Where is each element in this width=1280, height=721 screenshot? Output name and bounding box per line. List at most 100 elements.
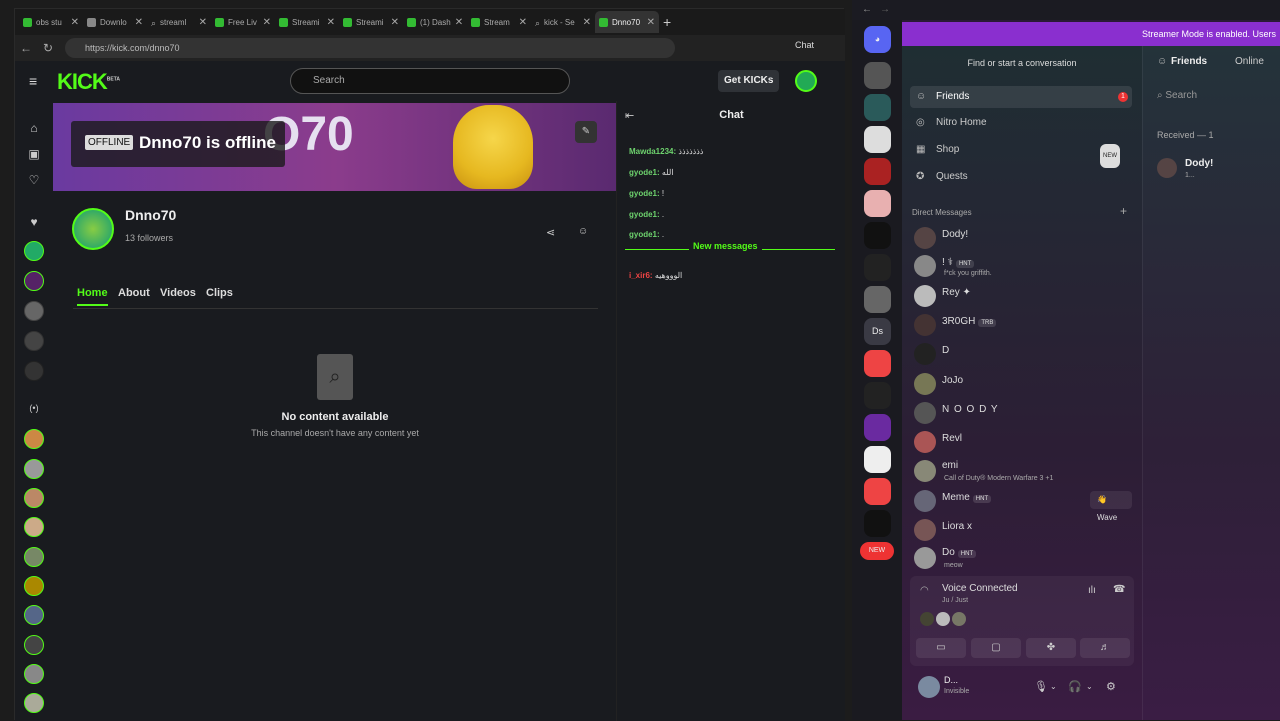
server-icon[interactable] xyxy=(864,414,891,441)
close-tab-icon[interactable]: ✕ xyxy=(647,17,655,28)
tab-stream[interactable]: Stream ✕ xyxy=(467,11,531,33)
live-icon[interactable]: (•) xyxy=(26,403,42,419)
dm-item[interactable]: 3R0GH TRB xyxy=(912,313,1132,339)
refresh-icon[interactable]: ↻ xyxy=(37,41,59,55)
chevron-down-icon[interactable]: ⌄ xyxy=(1086,682,1093,691)
dm-item[interactable]: Revl xyxy=(912,430,1132,456)
dm-item[interactable]: Rey ✦ xyxy=(912,284,1132,310)
screen-share-icon[interactable]: ▢ xyxy=(971,638,1021,658)
chevron-down-icon[interactable]: ⌄ xyxy=(1050,682,1057,691)
tab-online[interactable]: Online xyxy=(1235,56,1264,67)
followed-channel-avatar[interactable] xyxy=(24,361,44,381)
recommended-channel-avatar[interactable] xyxy=(24,547,44,567)
server-icon[interactable] xyxy=(864,190,891,217)
dm-item[interactable]: Meme HNT 👋 Wave xyxy=(912,489,1132,522)
voice-participant-avatar[interactable] xyxy=(920,612,934,626)
followed-channel-avatar[interactable] xyxy=(24,301,44,321)
dm-item[interactable]: N O O D Y xyxy=(912,401,1132,427)
tab-kick-search[interactable]: ⌕ kick - Se ✕ xyxy=(531,11,595,33)
tab-streaming-1[interactable]: Streami ✕ xyxy=(275,11,339,33)
tab-home[interactable]: Home xyxy=(77,287,108,306)
nav-nitro-home[interactable]: ◎ Nitro Home xyxy=(910,112,1132,134)
voice-channel-name[interactable]: Ju / Just xyxy=(942,597,968,604)
server-icon[interactable] xyxy=(864,286,891,313)
close-tab-icon[interactable]: ✕ xyxy=(327,17,335,28)
soundboard-icon[interactable]: ♬ xyxy=(1080,638,1130,658)
microphone-icon[interactable]: 🎙 xyxy=(1034,680,1048,693)
tab-download[interactable]: Downlo ✕ xyxy=(83,11,147,33)
server-icon[interactable] xyxy=(864,158,891,185)
followed-channel-avatar[interactable] xyxy=(24,271,44,291)
server-icon[interactable] xyxy=(864,350,891,377)
tab-videos[interactable]: Videos xyxy=(160,287,196,299)
server-icon[interactable] xyxy=(864,94,891,121)
url-input[interactable]: https://kick.com/dnno70 xyxy=(65,38,675,58)
server-icon[interactable] xyxy=(864,382,891,409)
recommended-channel-avatar[interactable] xyxy=(24,576,44,596)
search-input[interactable]: Search xyxy=(290,68,570,94)
menu-icon[interactable]: ≡ xyxy=(29,73,37,89)
new-servers-badge[interactable]: NEW xyxy=(860,542,894,560)
copilot-chat-button[interactable]: Chat xyxy=(795,40,814,50)
edit-pencil-icon[interactable]: ✎ xyxy=(575,121,597,143)
close-tab-icon[interactable]: ✕ xyxy=(199,17,207,28)
kick-logo[interactable]: KICKBETA xyxy=(57,69,120,95)
add-friend-icon[interactable]: ☺ xyxy=(578,226,588,237)
tab-freelive[interactable]: Free Liv ✕ xyxy=(211,11,275,33)
close-tab-icon[interactable]: ✕ xyxy=(263,17,271,28)
close-tab-icon[interactable]: ✕ xyxy=(455,17,463,28)
close-tab-icon[interactable]: ✕ xyxy=(519,17,527,28)
voice-participant-avatar[interactable] xyxy=(952,612,966,626)
close-tab-icon[interactable]: ✕ xyxy=(71,17,79,28)
new-tab-button[interactable]: + xyxy=(659,11,683,33)
dm-item[interactable]: JoJo xyxy=(912,372,1132,398)
close-tab-icon[interactable]: ✕ xyxy=(583,17,591,28)
dm-item[interactable]: Do HNT meow xyxy=(912,546,1132,572)
get-kicks-button[interactable]: Get KICKs xyxy=(718,70,780,92)
close-tab-icon[interactable]: ✕ xyxy=(391,17,399,28)
friends-search-input[interactable]: ⌕ Search xyxy=(1157,90,1197,101)
find-conversation-input[interactable]: Find or start a conversation xyxy=(907,52,1137,74)
recommended-channel-avatar[interactable] xyxy=(24,693,44,713)
tab-streaming-2[interactable]: Streami ✕ xyxy=(339,11,403,33)
recommended-channel-avatar[interactable] xyxy=(24,429,44,449)
activities-icon[interactable]: ✤ xyxy=(1026,638,1076,658)
headphones-icon[interactable]: 🎧 xyxy=(1068,680,1082,693)
camera-icon[interactable]: ▭ xyxy=(916,638,966,658)
tab-about[interactable]: About xyxy=(118,287,150,299)
followed-channel-avatar[interactable] xyxy=(24,241,44,261)
server-icon[interactable] xyxy=(864,446,891,473)
share-icon[interactable]: ⋖ xyxy=(546,226,555,239)
wave-button[interactable]: 👋 Wave xyxy=(1090,491,1132,522)
followed-channel-avatar[interactable] xyxy=(24,331,44,351)
user-avatar[interactable] xyxy=(918,676,940,698)
server-icon[interactable] xyxy=(864,478,891,505)
recommended-channel-avatar[interactable] xyxy=(24,488,44,508)
server-icon[interactable] xyxy=(864,222,891,249)
server-icon-ds[interactable]: Ds xyxy=(864,318,891,345)
recommended-channel-avatar[interactable] xyxy=(24,517,44,537)
home-icon[interactable]: ⌂ xyxy=(26,121,42,137)
dm-item[interactable]: Dody! xyxy=(912,226,1132,252)
disconnect-icon[interactable]: ☎ xyxy=(1113,584,1125,595)
recommended-channel-avatar[interactable] xyxy=(24,605,44,625)
nav-quests[interactable]: ✪ Quests xyxy=(910,166,1132,188)
dm-item[interactable]: D xyxy=(912,342,1132,368)
browse-icon[interactable]: ▣ xyxy=(26,147,42,163)
dm-item[interactable]: ! ⚕ HNT f*ck you griffith. xyxy=(912,254,1132,280)
forward-icon[interactable]: → xyxy=(880,4,890,15)
back-icon[interactable]: ← xyxy=(15,41,37,55)
settings-gear-icon[interactable]: ⚙ xyxy=(1106,680,1116,693)
channel-avatar[interactable] xyxy=(72,208,114,250)
server-icon[interactable] xyxy=(864,254,891,281)
signal-icon[interactable]: ◠ xyxy=(920,585,929,596)
back-icon[interactable]: ← xyxy=(862,4,872,15)
following-icon[interactable]: ♡ xyxy=(26,173,42,189)
server-icon[interactable] xyxy=(864,510,891,537)
tab-dashboard[interactable]: (1) Dash ✕ xyxy=(403,11,467,33)
server-icon[interactable] xyxy=(864,62,891,89)
tab-obs[interactable]: obs stu ✕ xyxy=(19,11,83,33)
create-dm-icon[interactable]: + xyxy=(1120,204,1127,218)
tab-clips[interactable]: Clips xyxy=(206,287,233,299)
discord-home-icon[interactable]: ◕ xyxy=(864,26,891,53)
